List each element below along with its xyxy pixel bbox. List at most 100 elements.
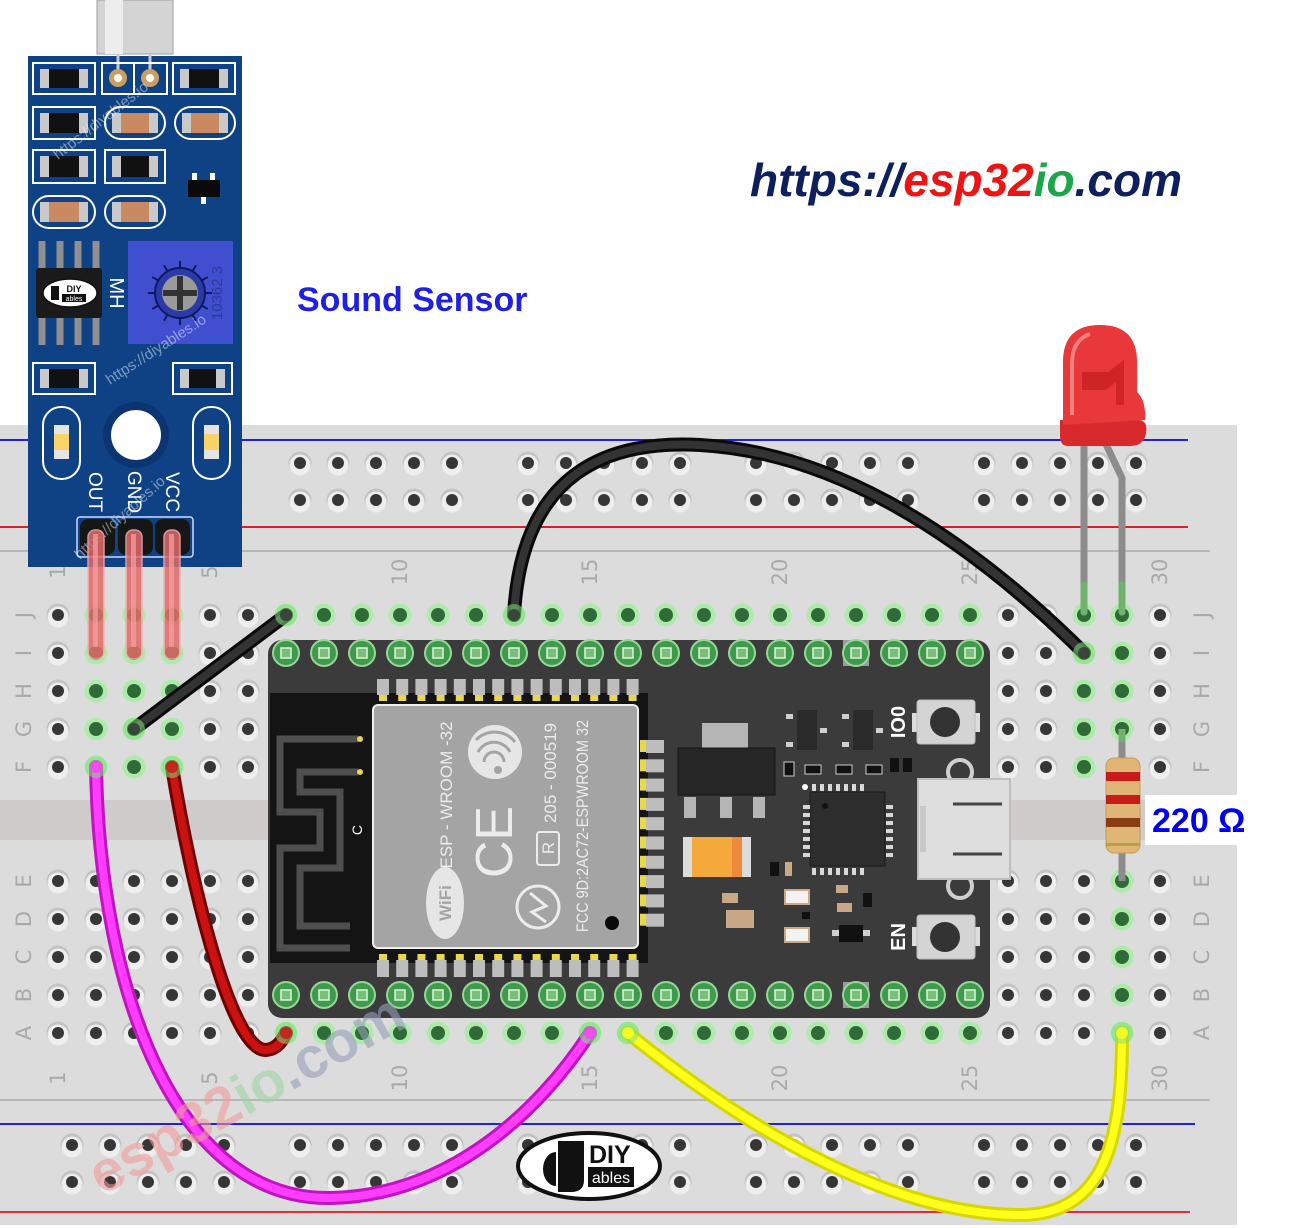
hole-F28 [1072, 755, 1096, 779]
logo-j-mark [558, 1141, 584, 1192]
hole-A13 [502, 1021, 526, 1045]
module-pin [377, 679, 389, 695]
hole-center [849, 1026, 863, 1040]
hole-center [89, 684, 103, 698]
hole-center [166, 1027, 178, 1039]
hole-center [90, 913, 102, 925]
hole-center [522, 494, 534, 506]
column-label: 30 [1148, 1065, 1172, 1092]
resistor-value-label: 220 Ω [1152, 802, 1245, 840]
row-label: J [12, 612, 36, 620]
hole-A14 [540, 1021, 564, 1045]
pin1-dot [605, 916, 619, 930]
module-pin-pad [640, 913, 646, 926]
module-pin [646, 875, 664, 889]
hole-H28 [1072, 679, 1096, 703]
hole-center [370, 457, 382, 469]
hole-center [204, 989, 216, 1001]
chip-pin [886, 821, 893, 825]
smd-part [785, 862, 792, 876]
hole-I29 [1110, 641, 1134, 665]
ic-leg [38, 241, 46, 269]
sensor-pin-shine [93, 534, 98, 647]
module-pin [646, 894, 664, 908]
wire-end [280, 609, 292, 621]
chip-pin [803, 813, 810, 817]
ce-mark: CE [466, 806, 524, 878]
esp32-pin-I8 [310, 639, 338, 667]
module-pin [396, 960, 409, 977]
hole-center [332, 1176, 344, 1188]
hole-center [1040, 913, 1052, 925]
column-label: 5 [198, 565, 222, 578]
hole-center [864, 457, 876, 469]
hole-center [332, 494, 344, 506]
hole-center [1154, 989, 1166, 1001]
chip-pin [828, 868, 832, 875]
ic-logo-top: DIY [66, 284, 81, 294]
smd-part [837, 903, 852, 912]
hole-center [1078, 989, 1090, 1001]
microphone [96, 0, 174, 55]
column-label: 1 [46, 565, 70, 578]
chip-pin [886, 805, 893, 809]
chip-marking: MH [105, 277, 127, 308]
smd-body [121, 156, 149, 177]
module-pin-pad [640, 797, 646, 810]
esp32-pin-B23 [880, 981, 908, 1009]
smd-part [865, 764, 883, 775]
module-pin-pad [398, 954, 407, 960]
hole-center [180, 1176, 192, 1188]
hole-center [1040, 761, 1052, 773]
module-pin [415, 679, 428, 695]
hole-center [242, 761, 254, 773]
column-label: 15 [578, 559, 602, 586]
hole-center [165, 722, 179, 736]
hole-center [963, 608, 977, 622]
esp32-pin-I9 [348, 639, 376, 667]
hole-A21 [806, 1021, 830, 1045]
hole-center [1154, 951, 1166, 963]
hole-center [697, 608, 711, 622]
regulator-leg [753, 797, 765, 818]
hole-center [469, 1026, 483, 1040]
esp32-pin-I20 [766, 639, 794, 667]
hole-center [1130, 1139, 1142, 1151]
pin-square [432, 647, 444, 659]
esp32-pin-I13 [500, 639, 528, 667]
hole-center [560, 457, 572, 469]
pin-square [508, 989, 520, 1001]
pin-square [432, 989, 444, 1001]
hole-center [242, 723, 254, 735]
hole-center [674, 1139, 686, 1151]
module-pin [492, 679, 505, 695]
module-pin [511, 960, 524, 977]
esp32-pin-I21 [804, 639, 832, 667]
hole-center [242, 951, 254, 963]
module-pin [646, 797, 664, 811]
hole-center [1040, 685, 1052, 697]
pin-square [888, 647, 900, 659]
chip-pin [860, 784, 864, 791]
module-pin-pad [532, 954, 541, 960]
hole-center [52, 951, 64, 963]
hole-G4 [160, 717, 184, 741]
esp32-pin-B16 [614, 981, 642, 1009]
hole-center [1115, 988, 1129, 1002]
hole-center [393, 608, 407, 622]
hole-center [811, 1026, 825, 1040]
hole-center [1078, 1027, 1090, 1039]
pin-square [774, 647, 786, 659]
hole-center [1154, 913, 1166, 925]
wire-end [128, 723, 140, 735]
module-pin [569, 679, 581, 695]
hole-center [1078, 913, 1090, 925]
espressif-logo-icon [468, 725, 522, 779]
row-label: A [1190, 1025, 1214, 1040]
hole-center [218, 1176, 230, 1188]
hole-center [773, 1026, 787, 1040]
module-pin-pad [640, 894, 646, 907]
hole-center [1077, 760, 1091, 774]
hole-A23 [882, 1021, 906, 1045]
pin-square [774, 989, 786, 1001]
